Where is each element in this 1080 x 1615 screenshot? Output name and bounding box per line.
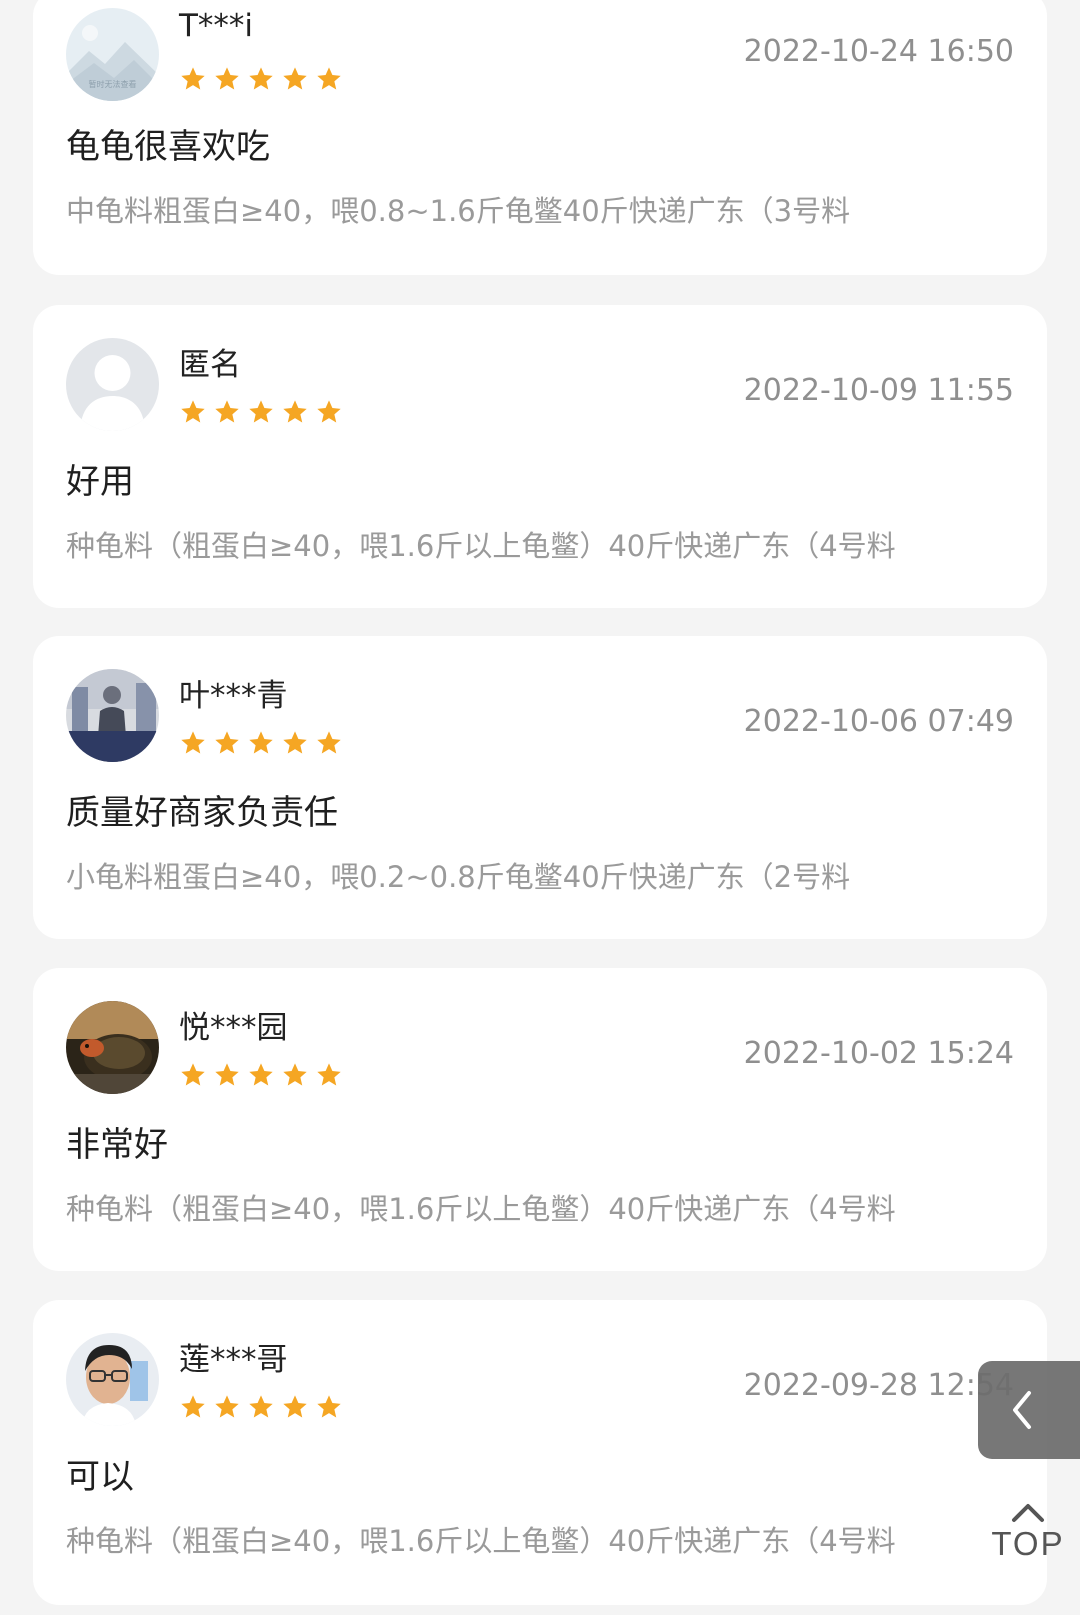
username: 莲***哥 [179,1342,288,1378]
star-icon [317,400,341,423]
star-icon [181,1063,205,1086]
review-card: 匿名 2022-10-09 11:55 好用 种龟料（粗蛋白≥40，喂1.6斤以… [33,305,1047,608]
product-spec: 种龟料（粗蛋白≥40，喂1.6斤以上龟鳖）40斤快递广东（4号料 [66,1192,896,1226]
user-photo-icon[interactable] [66,669,159,762]
star-icon [215,67,239,90]
star-icon [317,1395,341,1418]
star-icon [249,400,273,423]
product-spec: 种龟料（粗蛋白≥40，喂1.6斤以上龟鳖）40斤快递广东（4号料 [66,1524,896,1558]
star-icon [317,67,341,90]
star-icon [215,1063,239,1086]
man-photo-icon[interactable] [66,1333,159,1426]
review-time: 2022-10-06 07:49 [743,704,1014,739]
star-icon [283,1063,307,1086]
star-icon [181,67,205,90]
review-comment: 可以 [66,1457,134,1497]
product-spec: 小龟料粗蛋白≥40，喂0.2~0.8斤龟鳖40斤快递广东（2号料 [66,860,851,894]
review-list: 暂时无法查看 T***i 2022-10-24 16:50 龟龟很喜欢吃 中龟料… [0,0,1080,1615]
review-card: 叶***青 2022-10-06 07:49 质量好商家负责任 小龟料粗蛋白≥4… [33,636,1047,939]
rating-stars [179,398,343,426]
review-comment: 龟龟很喜欢吃 [66,127,270,167]
star-icon [215,400,239,423]
product-spec: 中龟料粗蛋白≥40，喂0.8~1.6斤龟鳖40斤快递广东（3号料 [66,194,851,228]
star-icon [283,67,307,90]
star-icon [249,67,273,90]
back-button[interactable] [978,1361,1080,1459]
star-icon [283,1395,307,1418]
turtle-photo-icon[interactable] [66,1001,159,1094]
review-comment: 好用 [66,462,134,502]
review-card: 莲***哥 2022-09-28 12:54 可以 种龟料（粗蛋白≥40，喂1.… [33,1300,1047,1605]
review-time: 2022-10-02 15:24 [743,1036,1014,1071]
star-icon [215,731,239,754]
anonymous-user-icon[interactable] [66,338,159,431]
star-icon [317,1063,341,1086]
star-icon [283,731,307,754]
review-comment: 质量好商家负责任 [66,793,338,833]
review-card: 暂时无法查看 T***i 2022-10-24 16:50 龟龟很喜欢吃 中龟料… [33,0,1047,275]
placeholder-image-icon[interactable]: 暂时无法查看 [66,8,159,101]
review-time: 2022-10-09 11:55 [743,373,1014,408]
review-card: 悦***园 2022-10-02 15:24 非常好 种龟料（粗蛋白≥40，喂1… [33,968,1047,1271]
username: 悦***园 [179,1010,288,1046]
star-icon [283,400,307,423]
star-icon [181,731,205,754]
star-icon [249,1395,273,1418]
review-comment: 非常好 [66,1125,168,1165]
review-time: 2022-09-28 12:54 [743,1368,1014,1403]
star-icon [249,731,273,754]
star-icon [181,400,205,423]
username: T***i [179,8,254,44]
product-spec: 种龟料（粗蛋白≥40，喂1.6斤以上龟鳖）40斤快递广东（4号料 [66,529,896,563]
star-icon [249,1063,273,1086]
star-icon [215,1395,239,1418]
rating-stars [179,65,343,93]
username: 匿名 [179,347,241,383]
top-label: TOP [991,1525,1065,1562]
chevron-left-icon [1013,1391,1031,1429]
rating-stars [179,729,343,757]
star-icon [317,731,341,754]
star-icon [181,1395,205,1418]
review-time: 2022-10-24 16:50 [743,34,1014,69]
scroll-to-top-button[interactable]: TOP [986,1500,1070,1584]
rating-stars [179,1061,343,1089]
chevron-up-icon [1012,1504,1044,1522]
username: 叶***青 [179,678,288,714]
rating-stars [179,1393,343,1421]
svg-text:暂时无法查看: 暂时无法查看 [89,79,137,89]
